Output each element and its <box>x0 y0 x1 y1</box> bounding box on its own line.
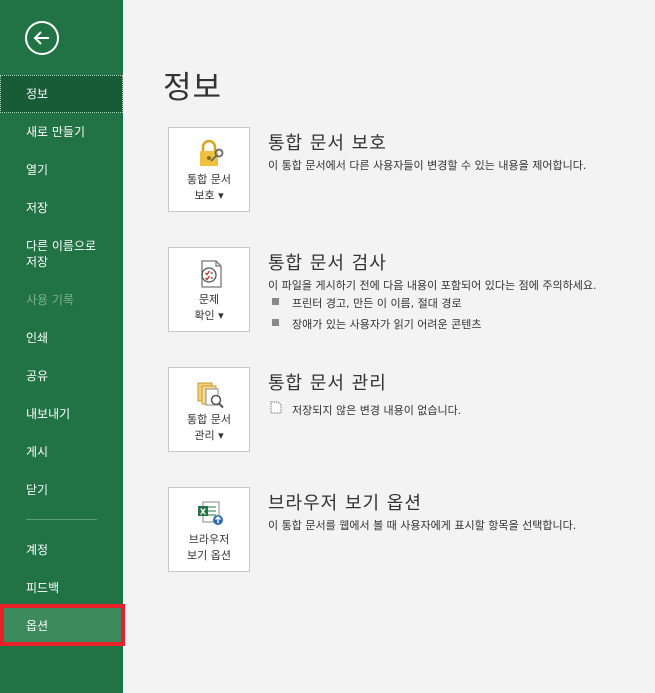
protect-workbook-button[interactable]: 통합 문서 보호 ▾ <box>168 127 250 212</box>
back-button[interactable] <box>25 21 59 55</box>
document-icon <box>270 401 282 414</box>
section-desc-browser: 이 통합 문서를 웹에서 볼 때 사용자에게 표시할 항목을 선택합니다. <box>268 519 577 532</box>
nav-item-publish[interactable]: 게시 <box>0 433 123 471</box>
svg-text:X: X <box>200 508 207 517</box>
card-label-line1: 통합 문서 <box>187 173 231 186</box>
manage-workbook-icon <box>197 382 224 409</box>
card-label-line1: 문제 <box>198 293 220 306</box>
card-label-line1: 브라우저 <box>188 533 230 546</box>
nav-item-account[interactable]: 계정 <box>0 531 123 569</box>
card-label-line2: 보호 ▾ <box>194 189 224 202</box>
section-title-protect: 통합 문서 보호 <box>268 133 387 154</box>
card-label-line2: 보기 옵션 <box>187 549 231 562</box>
nav-item-save-as[interactable]: 다른 이름으로 저장 <box>0 235 110 273</box>
nav-item-new[interactable]: 새로 만들기 <box>0 113 123 151</box>
bullet-marker <box>272 298 279 305</box>
card-label-line2: 확인 ▾ <box>194 309 224 322</box>
nav-item-feedback[interactable]: 피드백 <box>0 569 123 607</box>
nav-divider <box>26 519 97 520</box>
card-label-line1: 통합 문서 <box>187 413 231 426</box>
nav-item-info[interactable]: 정보 <box>0 75 123 113</box>
back-arrow-icon <box>33 31 49 45</box>
nav-item-export[interactable]: 내보내기 <box>0 395 123 433</box>
section-desc-manage: 저장되지 않은 변경 내용이 없습니다. <box>292 404 462 417</box>
card-label-line2: 관리 ▾ <box>194 429 224 442</box>
nav-item-close[interactable]: 닫기 <box>0 471 123 509</box>
nav-item-options[interactable]: 옵션 <box>0 607 123 645</box>
nav-item-print[interactable]: 인쇄 <box>0 319 123 357</box>
bullet-marker <box>272 319 279 326</box>
checklist-icon <box>201 260 222 288</box>
inspect-item: 장애가 있는 사용자가 읽기 어려운 콘텐츠 <box>292 318 482 331</box>
section-title-browser: 브라우저 보기 옵션 <box>268 493 422 514</box>
page-title: 정보 <box>163 70 223 106</box>
section-title-inspect: 통합 문서 검사 <box>268 253 387 274</box>
nav-item-save[interactable]: 저장 <box>0 189 123 227</box>
browser-view-icon: X <box>198 501 223 525</box>
nav-item-history: 사용 기록 <box>26 293 74 307</box>
browser-view-options-button[interactable]: X 브라우저 보기 옵션 <box>168 487 250 572</box>
inspect-item: 프린터 경고, 만든 이 이름, 절대 경로 <box>292 297 462 310</box>
section-title-manage: 통합 문서 관리 <box>268 373 387 394</box>
manage-workbook-button[interactable]: 통합 문서 관리 ▾ <box>168 367 250 452</box>
section-desc-protect: 이 통합 문서에서 다른 사용자들이 변경할 수 있는 내용을 제어합니다. <box>268 159 587 172</box>
check-issues-button[interactable]: 문제 확인 ▾ <box>168 247 250 332</box>
lock-key-icon <box>200 139 224 166</box>
nav-item-open[interactable]: 열기 <box>0 151 123 189</box>
section-desc-inspect: 이 파일을 게시하기 전에 다음 내용이 포함되어 있다는 점에 주의하세요. <box>268 279 597 292</box>
backstage-sidebar: 정보 새로 만들기 열기 저장 다른 이름으로 저장 사용 기록 인쇄 공유 내… <box>0 0 123 693</box>
nav-item-share[interactable]: 공유 <box>0 357 123 395</box>
